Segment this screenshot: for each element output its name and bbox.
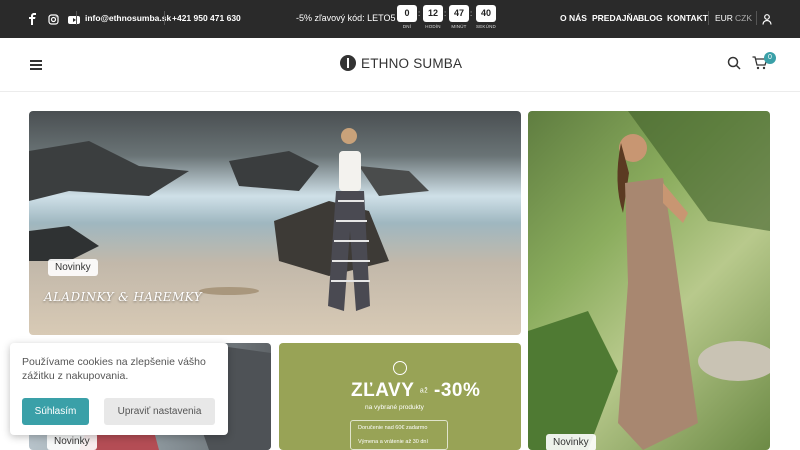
sale-title-word: ZĽAVY — [351, 380, 415, 401]
logo-mark-icon — [340, 55, 356, 71]
logo[interactable]: ETHNO SUMBA — [340, 55, 462, 71]
novinky-badge: Novinky — [546, 434, 596, 450]
novinky-badge: Novinky — [48, 259, 98, 276]
logo-text: ETHNO SUMBA — [361, 55, 463, 71]
email-link[interactable]: info@ethnosumba.sk — [85, 13, 171, 23]
countdown-minutes: 47 MINÚT — [449, 5, 469, 29]
cookie-text: Používame cookies na zlepšenie vášho záž… — [22, 356, 206, 382]
currency-czk[interactable]: CZK — [735, 13, 752, 23]
top-bar: info@ethnosumba.sk +421 950 471 630 -5% … — [0, 0, 800, 38]
countdown-colon: : — [470, 9, 473, 18]
countdown-value: 47 — [449, 5, 469, 22]
cart-count-badge: 0 — [764, 52, 776, 64]
divider — [76, 11, 77, 25]
sale-benefit-line: Doručenie nad 60€ zadarmo — [358, 425, 428, 431]
sale-logo-icon — [393, 361, 407, 375]
divider — [708, 11, 709, 25]
facebook-icon[interactable] — [28, 12, 38, 25]
novinky-badge: Novinky — [47, 433, 97, 450]
countdown-colon: : — [418, 9, 421, 18]
banner-right[interactable]: Novinky — [528, 111, 770, 450]
social-links — [28, 12, 80, 25]
nav-contact[interactable]: KONTAKT — [667, 13, 708, 23]
sale-title: ZĽAVY až -30% — [351, 380, 480, 402]
nav-about[interactable]: O NÁS — [560, 13, 587, 23]
cookie-accept-button[interactable]: Súhlasím — [22, 398, 89, 425]
sale-title-prefix: až — [419, 387, 429, 395]
countdown-hours: 12 HODÍN — [423, 5, 443, 29]
banner-script-title: ALADINKY & HAREMKY — [44, 290, 203, 304]
currency-eur[interactable]: EUR — [715, 13, 733, 23]
countdown-days: 0 DNÍ — [397, 5, 417, 29]
phone-link[interactable]: +421 950 471 630 — [172, 13, 241, 23]
nav-blog[interactable]: BLOG — [638, 13, 663, 23]
countdown-seconds: 40 SEKÚND — [476, 5, 496, 29]
countdown-value: 12 — [423, 5, 443, 22]
cookie-popup: Používame cookies na zlepšenie vášho záž… — [10, 343, 228, 435]
cookie-settings-button[interactable]: Upraviť nastavenia — [104, 398, 215, 425]
header: ETHNO SUMBA — [0, 38, 800, 92]
countdown-label: HODÍN — [425, 24, 441, 29]
sale-subtitle: na vybrané produkty — [365, 404, 424, 411]
countdown-value: 40 — [476, 5, 496, 22]
menu-icon[interactable] — [30, 60, 42, 70]
promo-text: -5% zľavový kód: LETO5 — [296, 13, 396, 23]
countdown-value: 0 — [397, 5, 417, 22]
countdown-label: DNÍ — [402, 24, 412, 29]
countdown-label: MINÚT — [451, 24, 467, 29]
countdown-colon: : — [444, 9, 447, 18]
sale-title-value: -30% — [434, 380, 481, 401]
nav-store[interactable]: PREDAJŇA — [592, 13, 639, 23]
instagram-icon[interactable] — [48, 12, 59, 25]
search-icon[interactable] — [727, 56, 741, 75]
divider — [164, 11, 165, 25]
sale-benefit-line: Výmena a vrátenie až 30 dní — [358, 439, 429, 445]
countdown-label: SEKÚND — [476, 24, 496, 29]
divider — [756, 11, 757, 25]
user-icon[interactable] — [762, 12, 772, 30]
